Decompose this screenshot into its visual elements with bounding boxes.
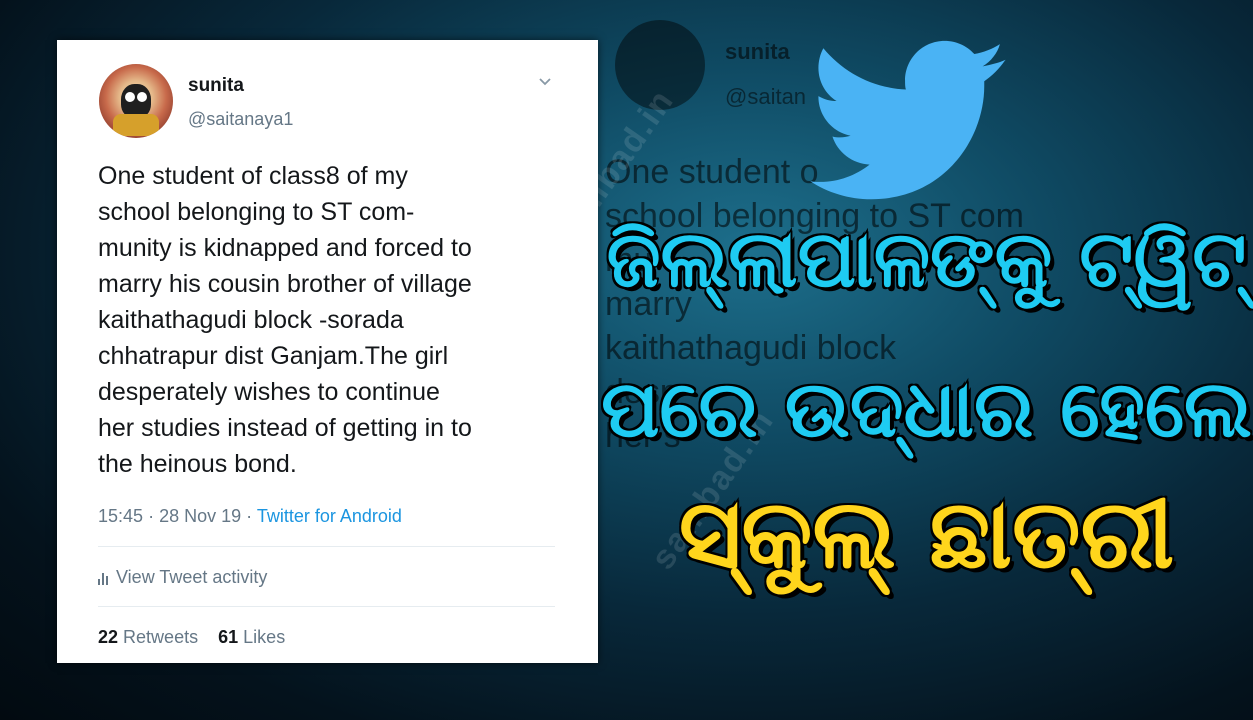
divider: [98, 606, 555, 607]
tweet-stats: 22 Retweets 61 Likes: [98, 627, 285, 648]
twitter-bird-icon: [810, 40, 1006, 200]
retweets-stat[interactable]: 22 Retweets: [98, 627, 203, 647]
tweet-text-line: kaithathagudi block -sorada: [98, 306, 404, 334]
tweet-text-line: the heinous bond.: [98, 450, 297, 478]
ghost-display-name: sunita: [725, 39, 790, 64]
user-display-name[interactable]: sunita: [188, 75, 244, 97]
tweet-source-link[interactable]: Twitter for Android: [257, 506, 402, 526]
headline-line-3: ସ୍କୁଲ୍ ଛାତ୍ରୀ: [677, 477, 1175, 592]
tweet-card: sunita @saitanaya1 One student of class8…: [57, 40, 598, 663]
user-handle[interactable]: @saitanaya1: [188, 109, 293, 130]
meta-separator: ·: [148, 506, 155, 526]
headline-line-1: ଜିଲ୍ଲାପାଳଙ୍କୁ ଟ୍ୱିଟ୍: [605, 214, 1248, 307]
ghost-handle: @saitan: [725, 84, 807, 109]
tweet-time[interactable]: 15:45: [98, 506, 143, 526]
meta-separator: ·: [246, 506, 253, 526]
view-tweet-activity-link[interactable]: View Tweet activity: [98, 567, 267, 588]
tweet-text-line: munity is kidnapped and forced to: [98, 234, 472, 262]
activity-label: View Tweet activity: [116, 567, 268, 587]
tweet-date[interactable]: 28 Nov 19: [159, 506, 241, 526]
tweet-text: One student of class8 of my school belon…: [98, 158, 568, 482]
retweets-count: 22: [98, 627, 119, 647]
divider: [98, 546, 555, 547]
likes-count: 61: [218, 627, 239, 647]
tweet-text-line: her studies instead of getting in to: [98, 414, 472, 442]
bar-chart-icon: [98, 571, 108, 585]
tweet-meta: 15:45 · 28 Nov 19 · Twitter for Android: [98, 506, 402, 527]
likes-stat[interactable]: 61 Likes: [218, 627, 285, 647]
headline-line-2: ପରେ ଉଦ୍ଧାର ହେଲେ: [600, 364, 1253, 457]
chevron-down-icon[interactable]: [539, 76, 551, 88]
avatar[interactable]: [99, 64, 173, 138]
tweet-text-line: One student of class8 of my: [98, 162, 408, 190]
tweet-text-line: marry his cousin brother of village: [98, 270, 472, 298]
ghost-line: kaithathagudi block: [605, 329, 897, 367]
tweet-text-line: school belonging to ST com-: [98, 198, 415, 226]
retweets-label: Retweets: [123, 627, 199, 647]
tweet-text-line: desperately wishes to continue: [98, 378, 440, 406]
tweet-text-line: chhatrapur dist Ganjam.The girl: [98, 342, 449, 370]
likes-label: Likes: [243, 627, 286, 647]
